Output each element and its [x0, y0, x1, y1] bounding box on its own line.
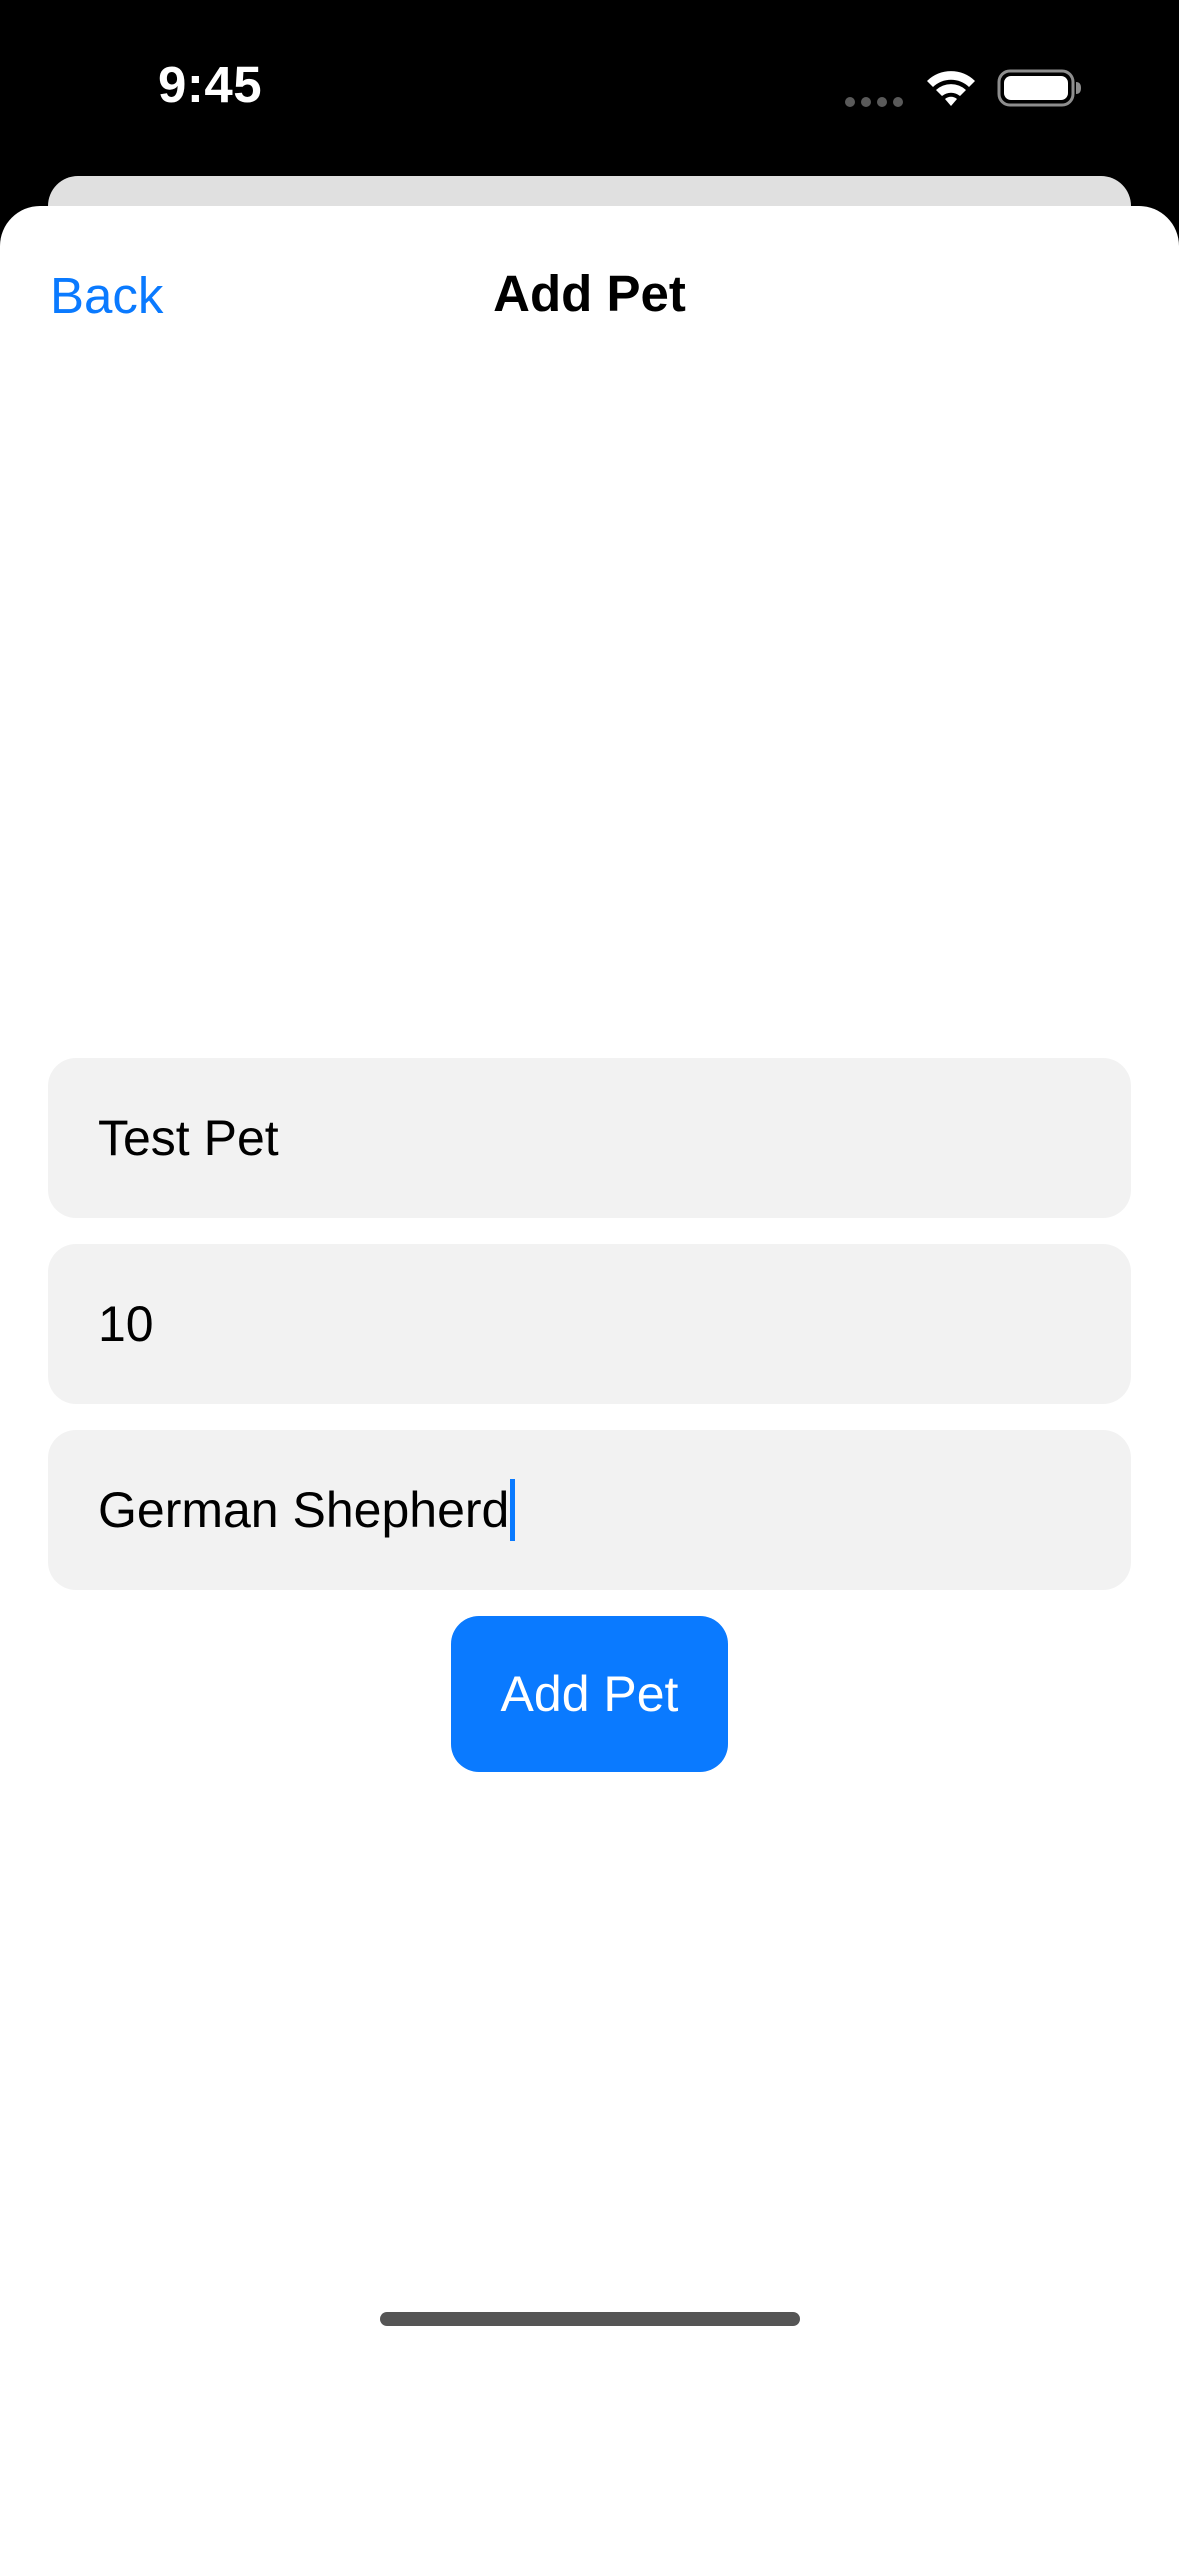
add-pet-sheet: Back Add Pet Test Pet 10 German Shepherd…	[0, 206, 1179, 2556]
cellular-dots-icon	[845, 97, 903, 107]
wifi-icon	[927, 71, 975, 106]
status-bar: 9:45	[0, 0, 1179, 176]
pet-name-field[interactable]: Test Pet	[48, 1058, 1131, 1218]
home-indicator[interactable]	[380, 2312, 800, 2326]
page-title: Add Pet	[493, 265, 686, 322]
screen: 9:45 Back Add Pet Test Pet 10 German She…	[0, 0, 1179, 2556]
add-pet-button[interactable]: Add Pet	[451, 1616, 728, 1772]
status-time: 9:45	[158, 56, 263, 113]
battery-icon	[997, 69, 1081, 107]
pet-breed-value: German Shepherd	[98, 1482, 510, 1538]
pet-age-value: 10	[98, 1296, 154, 1352]
pet-name-value: Test Pet	[98, 1110, 279, 1166]
text-cursor	[510, 1479, 516, 1541]
pet-breed-field[interactable]: German Shepherd	[48, 1430, 1131, 1590]
pet-age-field[interactable]: 10	[48, 1244, 1131, 1404]
